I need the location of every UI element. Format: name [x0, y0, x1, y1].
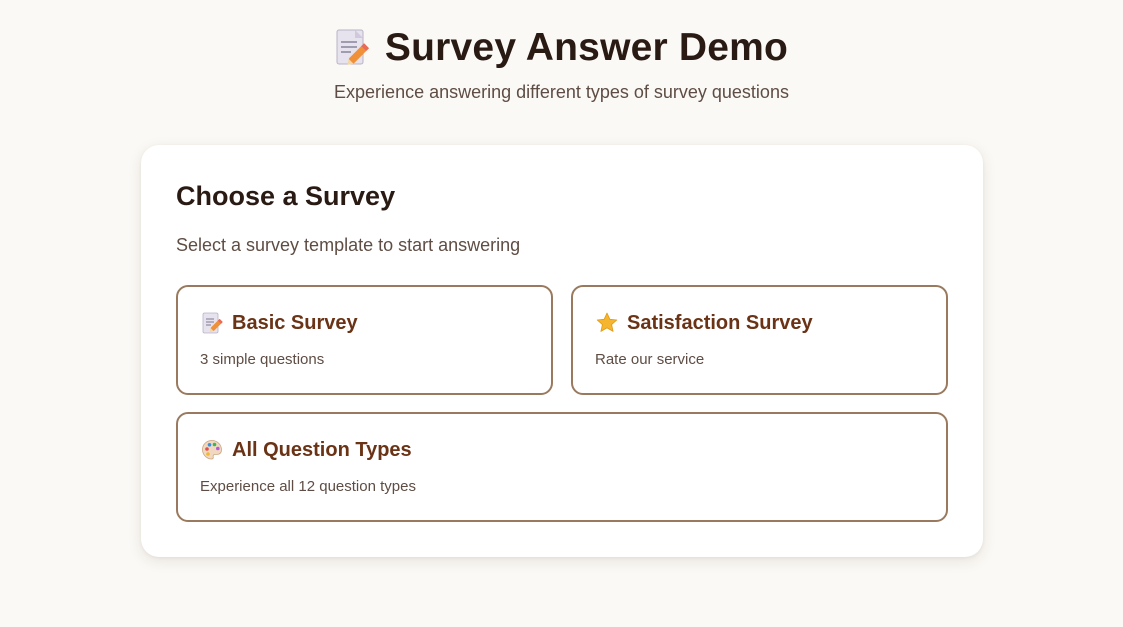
option-header: Basic Survey [200, 311, 358, 335]
satisfaction-survey-option[interactable]: Satisfaction Survey Rate our service [571, 285, 948, 395]
option-title: Satisfaction Survey [627, 311, 813, 334]
option-description: Rate our service [595, 351, 705, 368]
page-title: Survey Answer Demo [384, 26, 789, 69]
basic-survey-option[interactable]: Basic Survey 3 simple questions [176, 285, 553, 395]
memo-icon [200, 311, 224, 335]
memo-icon [335, 28, 369, 68]
page: Survey Answer Demo Experience answering … [0, 0, 1123, 627]
title-row: Survey Answer Demo [335, 22, 788, 74]
palette-icon [200, 438, 224, 462]
option-header: All Question Types [200, 438, 412, 462]
page-subtitle: Experience answering different types of … [334, 82, 789, 102]
option-title: All Question Types [232, 438, 412, 461]
page-header: Survey Answer Demo Experience answering … [0, 22, 1123, 103]
survey-chooser-card: Choose a Survey Select a survey template… [141, 145, 983, 557]
option-header: Satisfaction Survey [595, 311, 813, 335]
card-title: Choose a Survey [176, 181, 396, 211]
option-description: Experience all 12 question types [200, 478, 416, 495]
option-title: Basic Survey [232, 311, 358, 334]
card-subtitle: Select a survey template to start answer… [176, 235, 521, 255]
option-description: 3 simple questions [200, 351, 325, 368]
star-icon [595, 311, 619, 335]
all-question-types-option[interactable]: All Question Types Experience all 12 que… [176, 412, 948, 522]
